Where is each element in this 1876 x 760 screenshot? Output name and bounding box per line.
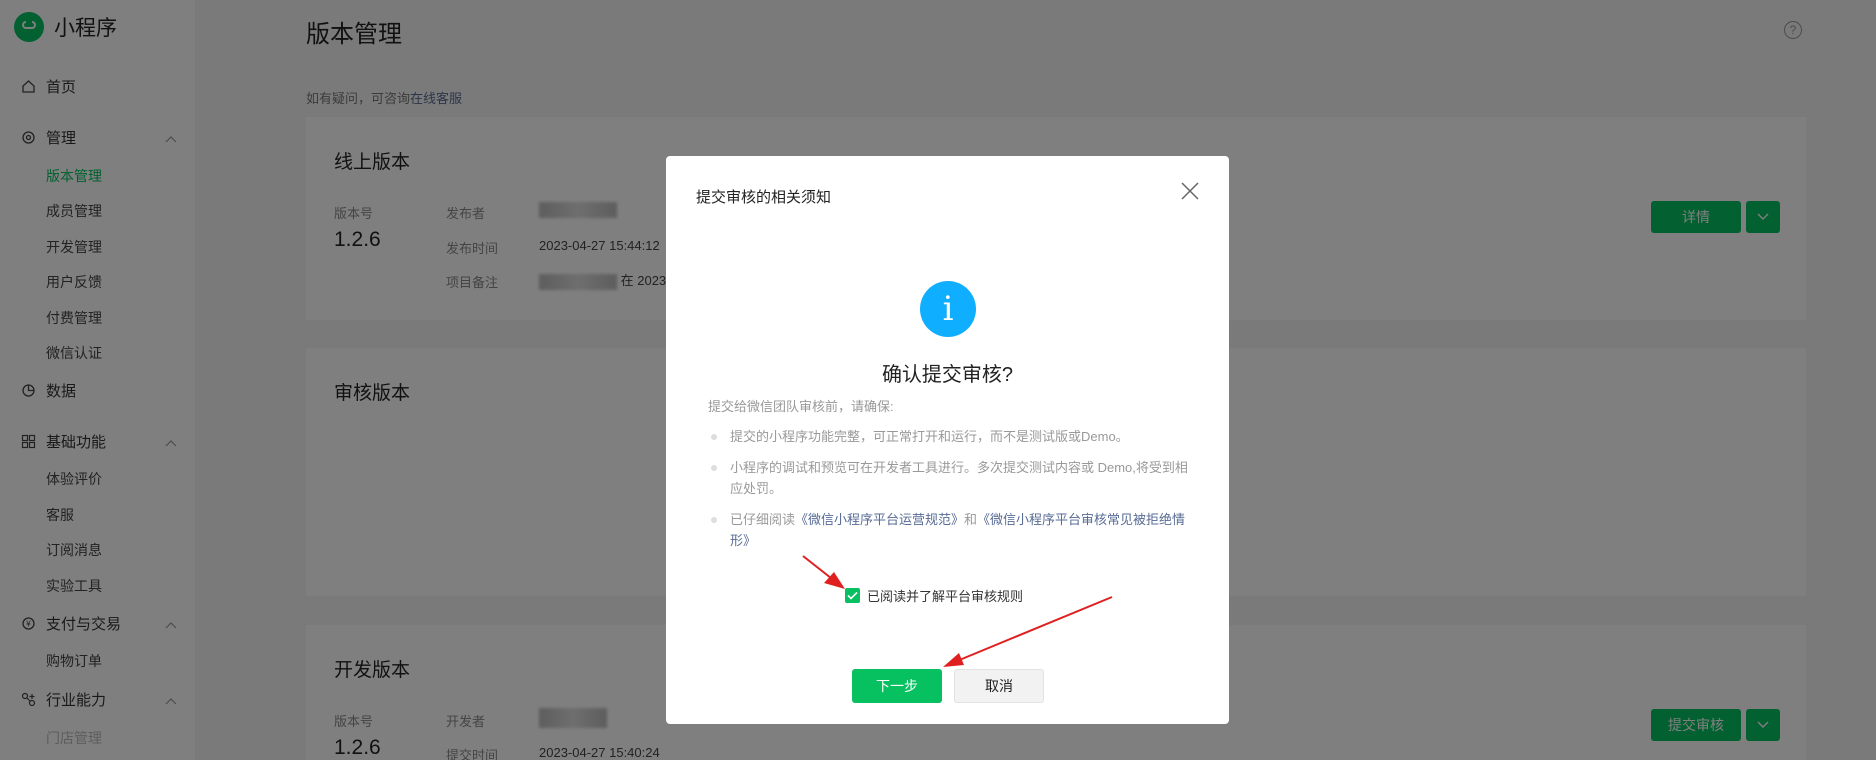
- list-item: 提交的小程序功能完整，可正常打开和运行，而不是测试版或Demo。: [708, 426, 1188, 447]
- cancel-button[interactable]: 取消: [954, 669, 1044, 703]
- bullet3-prefix: 已仔细阅读: [730, 512, 796, 527]
- list-item: 小程序的调试和预览可在开发者工具进行。多次提交测试内容或 Demo,将受到相应处…: [708, 457, 1188, 499]
- list-item: 已仔细阅读《微信小程序平台运营规范》和《微信小程序平台审核常见被拒绝情形》: [708, 509, 1188, 551]
- intro-text: 提交给微信团队审核前，请确保:: [708, 399, 894, 414]
- confirm-heading: 确认提交审核?: [881, 364, 1014, 386]
- next-step-button[interactable]: 下一步: [852, 669, 942, 703]
- operation-rules-link[interactable]: 《微信小程序平台运营规范》: [795, 512, 964, 527]
- dialog-title: 提交审核的相关须知: [696, 189, 832, 206]
- info-icon: i: [920, 281, 976, 337]
- agree-checkbox-row[interactable]: 已阅读并了解平台审核规则: [845, 586, 1023, 605]
- requirements-list: 提交的小程序功能完整，可正常打开和运行，而不是测试版或Demo。 小程序的调试和…: [708, 426, 1188, 561]
- bullet3-mid: 和: [964, 512, 978, 527]
- close-icon[interactable]: [1179, 180, 1201, 202]
- checkmark-icon: [847, 591, 858, 600]
- submit-review-dialog: 提交审核的相关须知 i 确认提交审核? 提交给微信团队审核前，请确保: 提交的小…: [666, 156, 1229, 724]
- agree-label: 已阅读并了解平台审核规则: [867, 589, 1024, 604]
- agree-checkbox[interactable]: [845, 588, 860, 603]
